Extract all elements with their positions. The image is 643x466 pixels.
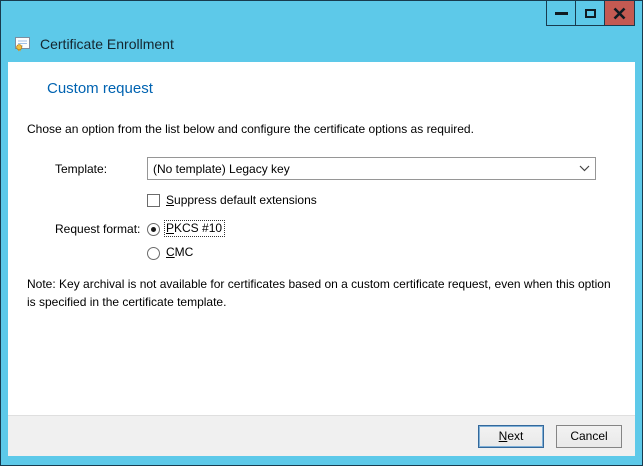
request-format-label: Request format: [55, 222, 140, 236]
radio-pkcs10[interactable] [147, 223, 160, 236]
button-strip: Next Cancel [8, 415, 635, 456]
cancel-button[interactable]: Cancel [556, 425, 622, 448]
next-button[interactable]: Next [478, 425, 544, 448]
suppress-extensions-checkbox[interactable] [147, 194, 160, 207]
dialog-content: Custom request Chose an option from the … [8, 62, 635, 456]
certificate-enrollment-window: Certificate Enrollment Custom request Ch… [0, 0, 643, 466]
radio-cmc[interactable] [147, 247, 160, 260]
minimize-icon [555, 12, 568, 15]
close-button[interactable] [604, 1, 635, 26]
close-icon [613, 7, 626, 20]
window-controls [547, 1, 635, 26]
wizard-page: Custom request Chose an option from the … [8, 62, 635, 415]
maximize-button[interactable] [575, 1, 605, 26]
window-title: Certificate Enrollment [40, 36, 174, 52]
suppress-extensions-label[interactable]: Suppress default extensions [166, 193, 317, 207]
page-title: Custom request [47, 80, 153, 97]
template-selected-value: (No template) Legacy key [153, 162, 573, 176]
maximize-icon [585, 9, 596, 18]
template-label: Template: [55, 162, 107, 176]
template-dropdown[interactable]: (No template) Legacy key [147, 157, 596, 180]
titlebar: Certificate Enrollment [14, 36, 174, 52]
note-text: Note: Key archival is not available for … [27, 275, 615, 311]
minimize-button[interactable] [546, 1, 576, 26]
chevron-down-icon[interactable] [573, 165, 595, 172]
certificate-icon [14, 36, 31, 52]
radio-pkcs10-label[interactable]: PKCS #10 [165, 221, 224, 236]
intro-text: Chose an option from the list below and … [27, 122, 474, 136]
radio-cmc-label[interactable]: CMC [166, 245, 193, 259]
